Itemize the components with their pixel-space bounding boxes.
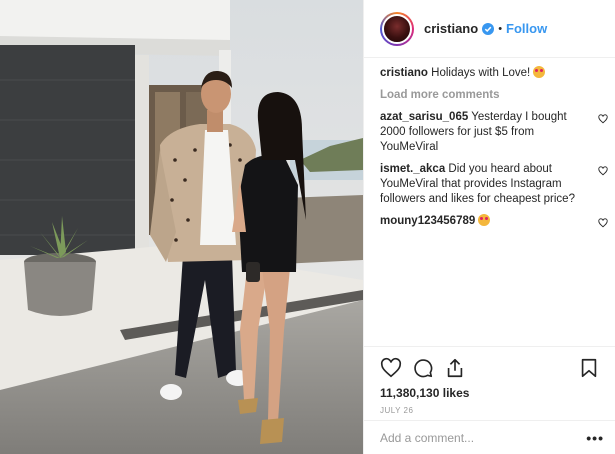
header-username[interactable]: cristiano — [424, 21, 478, 36]
post-photo[interactable] — [0, 0, 363, 454]
verified-badge-icon — [482, 22, 495, 35]
heart-icon[interactable] — [598, 114, 608, 124]
comment-username[interactable]: ismet._akca — [380, 163, 445, 175]
emoji-heart-eyes-icon — [478, 214, 491, 226]
emoji-heart-eyes-icon — [533, 66, 546, 78]
post-date[interactable]: JULY 26 — [380, 406, 600, 415]
post-actions: 11,380,130 likes JULY 26 — [364, 346, 615, 415]
heart-icon[interactable] — [598, 218, 608, 228]
caption-username[interactable]: cristiano — [380, 67, 428, 79]
list-item: mouny123456789 — [380, 214, 608, 229]
likes-count[interactable]: 11,380,130 likes — [380, 386, 600, 400]
comments-list: cristiano Holidays with Love! Load more … — [380, 66, 608, 236]
caption-text: Holidays with Love! — [431, 67, 531, 79]
more-options-icon[interactable]: ••• — [586, 430, 604, 446]
caption: cristiano Holidays with Love! — [380, 66, 602, 81]
follow-button[interactable]: Follow — [506, 21, 547, 36]
share-icon[interactable] — [444, 357, 466, 379]
photo-illustration — [0, 0, 363, 454]
load-more-comments-button[interactable]: Load more comments — [380, 88, 602, 103]
heart-icon[interactable] — [380, 357, 402, 379]
avatar[interactable] — [380, 11, 414, 46]
comment-icon[interactable] — [412, 357, 434, 379]
instagram-post: cristiano • Follow cristiano Holidays wi… — [0, 0, 615, 454]
post-side-panel: cristiano • Follow cristiano Holidays wi… — [363, 0, 615, 454]
heart-icon[interactable] — [598, 166, 608, 176]
add-comment-bar: ••• — [364, 420, 615, 454]
comment-username[interactable]: mouny123456789 — [380, 215, 475, 227]
post-header: cristiano • Follow — [364, 0, 615, 58]
separator-dot: • — [498, 22, 503, 35]
list-item: azat_sarisu_065 Yesterday I bought 2000 … — [380, 110, 608, 155]
comment-username[interactable]: azat_sarisu_065 — [380, 111, 468, 123]
bookmark-icon[interactable] — [578, 357, 600, 379]
comment-input[interactable] — [380, 430, 587, 445]
list-item: ismet._akca Did you heard about YouMeVir… — [380, 162, 608, 207]
